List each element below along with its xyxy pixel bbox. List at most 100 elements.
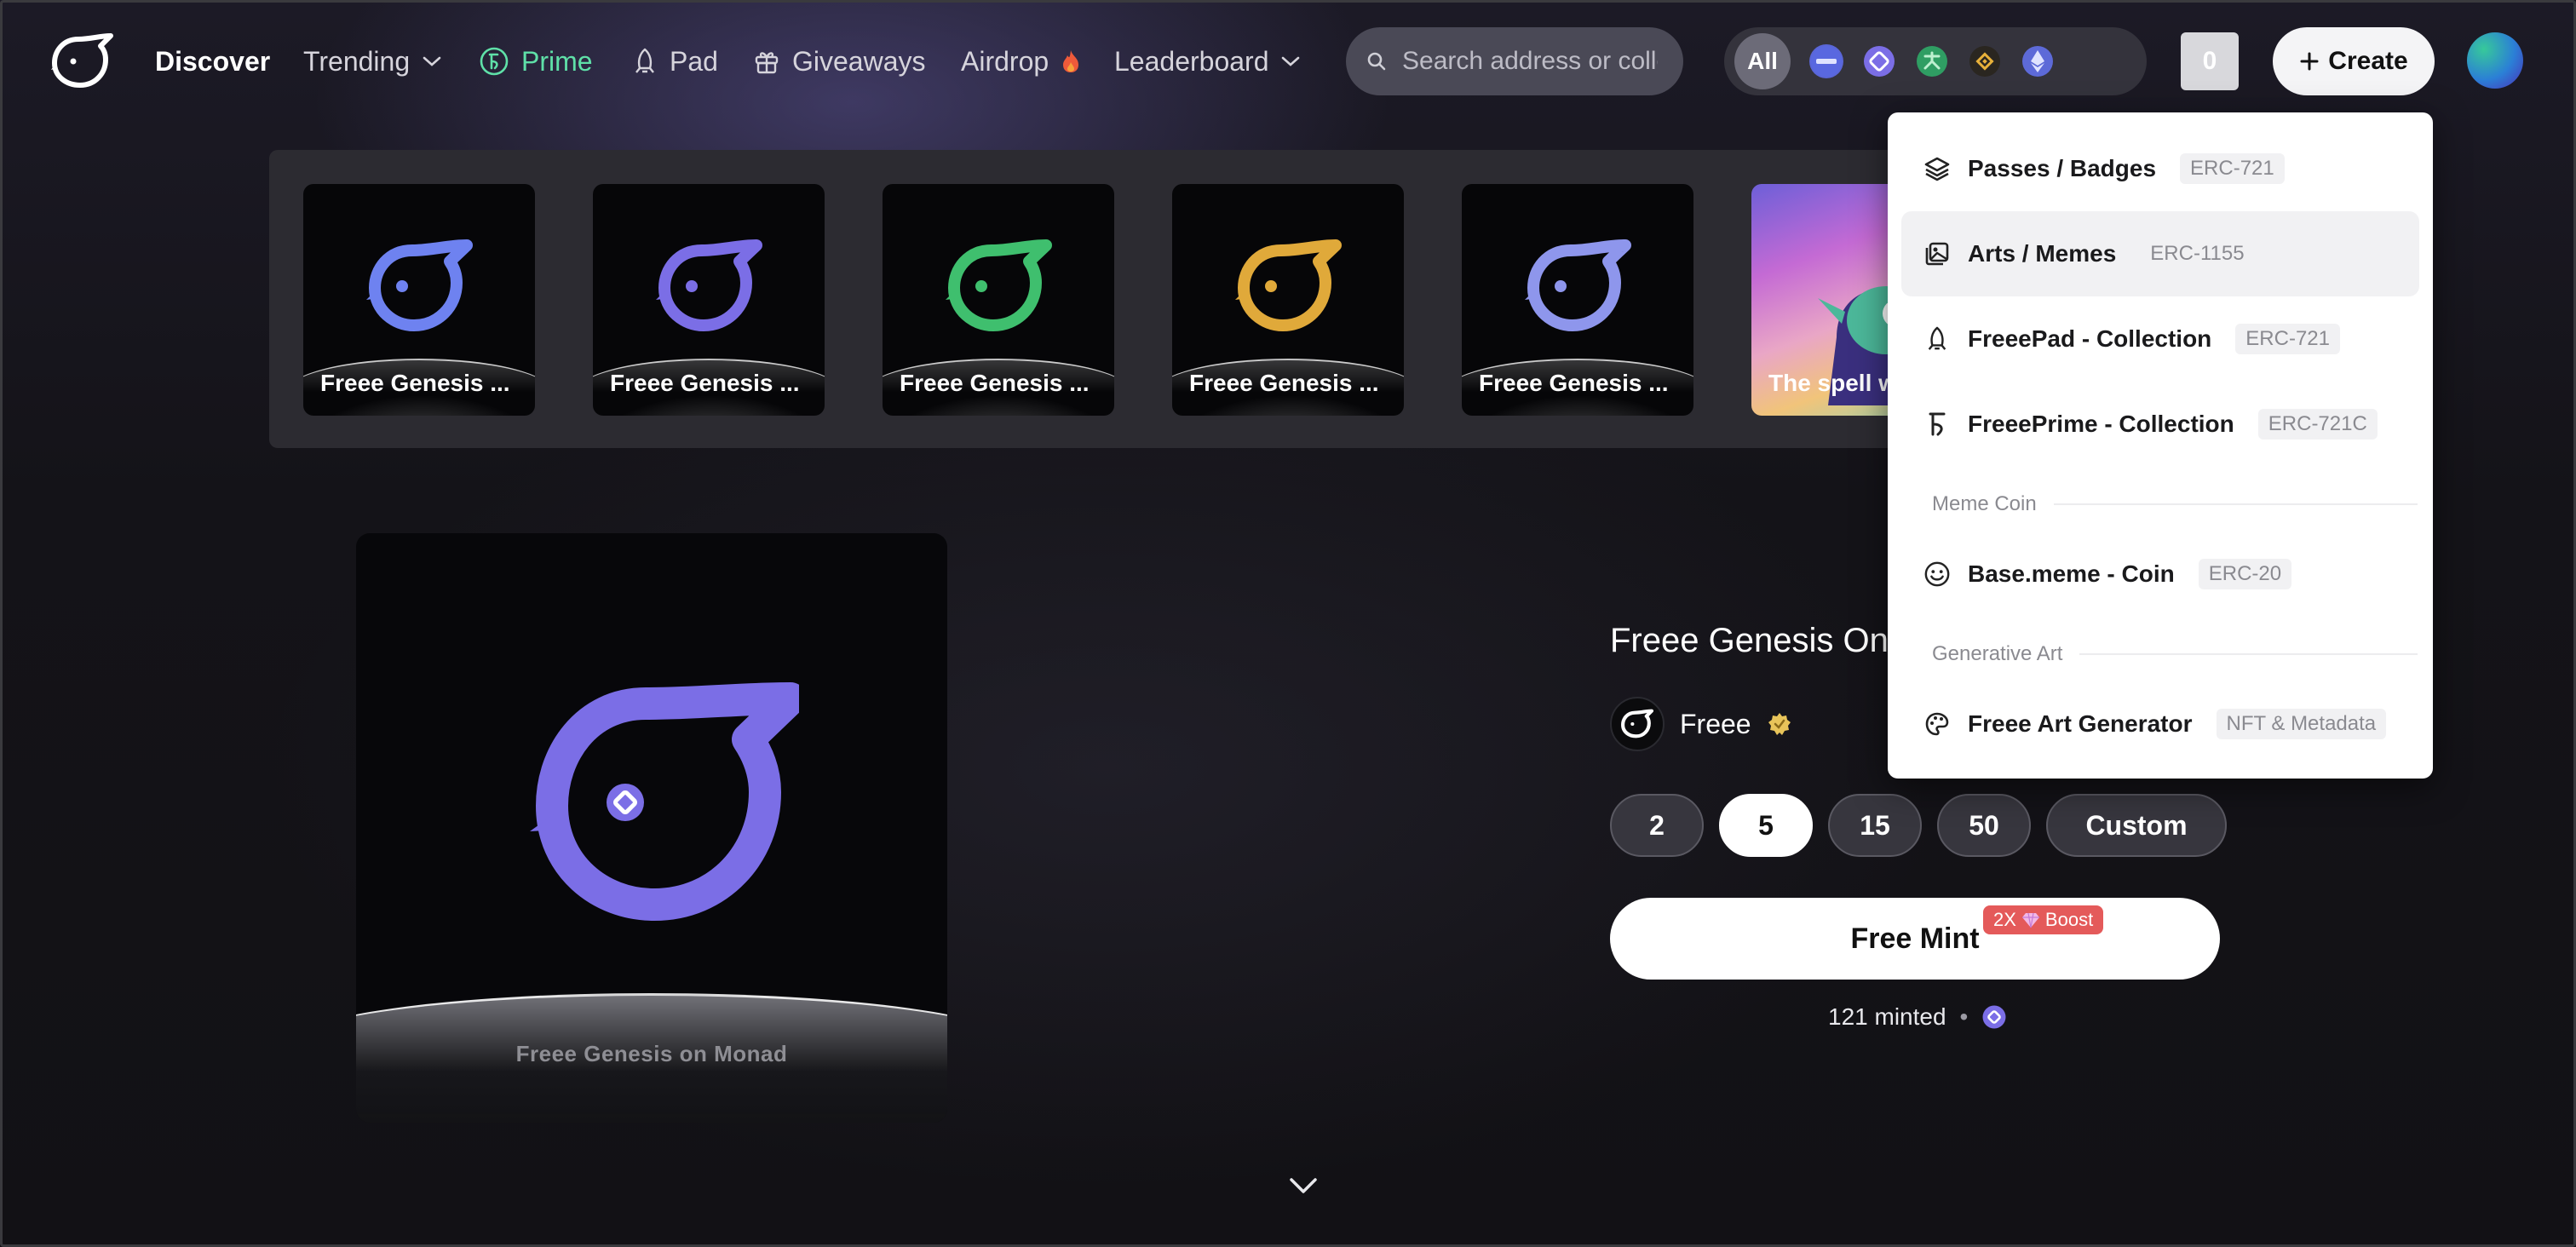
creator-name: Freee [1680,708,1751,739]
nav-trending-label: Trending [303,45,411,77]
create-button-label: Create [2328,47,2408,75]
create-button[interactable]: Create [2273,27,2435,95]
menu-section-generative-art: Generative Art [1932,642,2418,666]
menu-item-label: Base.meme - Coin [1968,560,2175,587]
featured-carousel: Freee Genesis ... Freee Genesis ... Free… [269,150,2007,448]
carousel-card[interactable]: Freee Genesis ... [883,184,1114,416]
carousel-card[interactable]: Freee Genesis ... [593,184,825,416]
collection-hero-image: Freee Genesis on Monad [356,533,947,1123]
divider [2053,503,2418,505]
menu-item-arts-memes[interactable]: Arts / Memes ERC-1155 [1901,211,2419,296]
gift-icon [755,52,779,74]
gem-icon [2021,912,2039,928]
top-nav: Discover Trending Prime Pad Giveaways Ai… [0,0,2576,123]
freee-bird-icon [1235,239,1342,331]
freee-bird-icon [946,239,1052,331]
nav-prime[interactable]: Prime [479,43,593,80]
search-icon [1367,52,1386,71]
nav-giveaways-label: Giveaways [792,45,926,77]
quantity-option-selected[interactable]: 5 [1719,794,1813,857]
menu-section-meme-coin: Meme Coin [1932,492,2418,516]
divider [2079,653,2418,655]
collection-title: Freee Genesis On [1610,622,1889,659]
boost-multiplier: 2X [1993,909,2016,930]
quantity-option[interactable]: 15 [1828,794,1922,857]
freee-logo-icon [1621,709,1653,738]
menu-item-freeeprime-collection[interactable]: FreeePrime - Collection ERC-721C [1901,382,2419,467]
menu-section-label: Generative Art [1932,642,2063,665]
menu-item-passes-badges[interactable]: Passes / Badges ERC-721 [1901,126,2419,211]
monad-chain-icon [1982,1005,2006,1029]
create-dropdown-menu: Passes / Badges ERC-721 Arts / Memes ERC… [1888,112,2433,779]
base-chain-icon[interactable] [1809,44,1843,78]
freee-bird-icon [366,239,473,331]
fire-icon [1063,50,1079,72]
free-mint-label: Free Mint [1850,922,1980,955]
gallery-icon [1923,240,1951,267]
ethereum-chain-icon[interactable] [2021,44,2055,78]
menu-item-freeepad-collection[interactable]: FreeePad - Collection ERC-721 [1901,296,2419,382]
quantity-custom-button[interactable]: Custom [2046,794,2227,857]
menu-item-label: FreeePad - Collection [1968,325,2212,352]
carousel-card[interactable]: Freee Genesis ... [303,184,535,416]
nav-leaderboard-label: Leaderboard [1114,45,1269,77]
bnb-chain-icon[interactable] [1968,44,2002,78]
plus-icon [2300,52,2319,71]
carousel-card-title: Freee Genesis ... [1479,370,1669,396]
quantity-option[interactable]: 50 [1937,794,2031,857]
nav-trending[interactable]: Trending [303,43,442,80]
menu-section-label: Meme Coin [1932,492,2037,515]
menu-item-tag: ERC-20 [2198,559,2292,589]
smiley-icon [1923,560,1951,588]
carousel-card-title: Freee Genesis ... [1189,370,1379,396]
freee-bird-icon [656,239,762,331]
freee-bird-icon [1525,239,1631,331]
quantity-option[interactable]: 2 [1610,794,1704,857]
nav-airdrop-label: Airdrop [961,45,1049,77]
menu-item-label: FreeePrime - Collection [1968,411,2234,437]
search-input[interactable] [1402,47,1658,76]
separator-dot: • [1959,1003,1969,1030]
menu-item-tag: NFT & Metadata [2216,709,2387,739]
carousel-card[interactable]: Freee Genesis ... [1462,184,1693,416]
menu-item-label: Arts / Memes [1968,240,2117,267]
monad-chain-icon[interactable] [1862,44,1896,78]
points-count-badge[interactable]: 0 [2181,32,2239,90]
abstract-chain-icon[interactable] [1915,44,1949,78]
creator-avatar [1610,697,1665,751]
carousel-card[interactable]: Freee Genesis ... [1172,184,1404,416]
chevron-down-icon[interactable] [1288,1175,1319,1196]
minted-count: 121 minted [1828,1003,1946,1030]
freee-bird-icon [530,682,799,921]
rocket-icon [635,48,654,73]
nav-pad[interactable]: Pad [632,43,718,80]
carousel-card-title: Freee Genesis ... [900,370,1090,396]
carousel-card-title: Freee Genesis ... [610,370,800,396]
menu-item-freee-art-generator[interactable]: Freee Art Generator NFT & Metadata [1901,681,2419,767]
user-avatar[interactable] [2467,32,2523,89]
nav-prime-label: Prime [521,45,593,77]
nav-leaderboard[interactable]: Leaderboard [1114,43,1301,80]
rocket-icon [1923,325,1951,353]
quantity-selector: 2 5 15 50 Custom [1610,794,2227,857]
menu-item-tag: ERC-1155 [2140,238,2255,269]
layers-icon [1923,155,1951,182]
carousel-card-title: Freee Genesis ... [320,370,510,396]
chevron-down-icon [1282,56,1300,66]
search-bar[interactable] [1346,27,1683,95]
free-mint-button[interactable]: Free Mint [1610,898,2220,980]
prime-icon [1923,411,1951,438]
menu-item-tag: ERC-721 [2180,153,2285,184]
nav-airdrop[interactable]: Airdrop [961,43,1081,80]
menu-item-tag: ERC-721 [2235,324,2341,354]
nav-discover[interactable]: Discover [155,43,270,80]
nav-discover-label: Discover [155,45,271,77]
freee-logo-icon[interactable] [49,32,116,90]
creator-info[interactable]: Freee [1610,697,1792,751]
chain-filter-all[interactable]: All [1734,33,1791,89]
chain-filter: All [1724,27,2147,95]
nav-giveaways[interactable]: Giveaways [753,43,926,80]
menu-item-base-meme-coin[interactable]: Base.meme - Coin ERC-20 [1901,532,2419,617]
prime-icon [480,47,509,76]
minted-status: 121 minted • [1828,1003,2007,1031]
